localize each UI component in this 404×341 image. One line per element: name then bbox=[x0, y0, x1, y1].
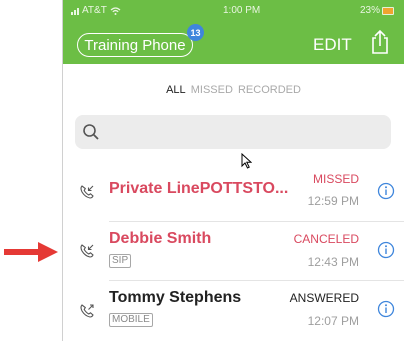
info-icon[interactable] bbox=[377, 182, 395, 200]
tab-all[interactable]: ALL bbox=[166, 84, 186, 96]
notification-badge: 13 bbox=[187, 24, 204, 41]
outgoing-call-icon bbox=[80, 304, 94, 318]
wifi-icon bbox=[110, 6, 121, 15]
incoming-call-icon bbox=[80, 185, 94, 199]
call-status: MISSED bbox=[312, 172, 359, 186]
search-input[interactable] bbox=[75, 115, 391, 149]
status-carrier: AT&T bbox=[71, 5, 121, 16]
call-time: 12:43 PM bbox=[307, 255, 359, 269]
caller-name: Debbie Smith bbox=[109, 230, 212, 247]
call-row[interactable]: Tommy Stephens MOBILE ANSWERED 12:07 PM bbox=[63, 283, 404, 339]
phone-screen: AT&T 1:00 PM 23% Training Phone 13 EDIT … bbox=[62, 0, 404, 341]
red-arrow-icon bbox=[4, 242, 58, 262]
caller-name: Private LinePOTTSTO... bbox=[109, 180, 289, 197]
tab-recorded[interactable]: RECORDED bbox=[238, 84, 301, 96]
call-row[interactable]: Private LinePOTTSTO... MISSED 12:59 PM bbox=[63, 165, 404, 221]
call-source-tag: MOBILE bbox=[109, 313, 153, 327]
status-time: 1:00 PM bbox=[223, 5, 261, 16]
divider bbox=[109, 221, 404, 222]
battery-percent: 23% bbox=[359, 5, 380, 16]
signal-icon bbox=[71, 7, 79, 15]
account-selector-button[interactable]: Training Phone bbox=[77, 33, 193, 57]
app-header: AT&T 1:00 PM 23% Training Phone 13 EDIT bbox=[63, 0, 404, 64]
call-status: CANCELED bbox=[293, 232, 359, 246]
info-icon[interactable] bbox=[377, 300, 395, 318]
call-time: 12:59 PM bbox=[307, 194, 359, 208]
incoming-call-icon bbox=[80, 244, 94, 258]
edit-button[interactable]: EDIT bbox=[313, 35, 352, 55]
tab-missed[interactable]: MISSED bbox=[191, 84, 233, 96]
call-time: 12:07 PM bbox=[307, 314, 359, 328]
call-status: ANSWERED bbox=[289, 291, 359, 305]
info-icon[interactable] bbox=[377, 241, 395, 259]
divider bbox=[109, 280, 404, 281]
carrier-label: AT&T bbox=[82, 5, 107, 16]
status-battery: 23% bbox=[360, 5, 394, 16]
filter-tabs: ALL MISSED RECORDED bbox=[63, 84, 404, 96]
battery-icon bbox=[382, 6, 394, 15]
call-row[interactable]: Debbie Smith SIP CANCELED 12:43 PM bbox=[63, 224, 404, 280]
caller-name: Tommy Stephens bbox=[109, 289, 242, 306]
search-icon bbox=[83, 124, 99, 140]
call-source-tag: SIP bbox=[109, 254, 132, 268]
account-label: Training Phone bbox=[84, 36, 186, 54]
share-icon[interactable] bbox=[370, 29, 390, 55]
